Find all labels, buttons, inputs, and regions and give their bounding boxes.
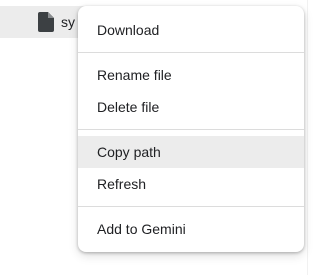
menu-divider bbox=[78, 52, 304, 53]
menu-item-rename-file[interactable]: Rename file bbox=[78, 59, 304, 91]
menu-divider bbox=[78, 206, 304, 207]
file-name: sy bbox=[61, 14, 75, 30]
menu-item-refresh[interactable]: Refresh bbox=[78, 168, 304, 200]
menu-item-copy-path[interactable]: Copy path bbox=[78, 136, 304, 168]
menu-divider bbox=[78, 129, 304, 130]
menu-item-add-to-gemini[interactable]: Add to Gemini bbox=[78, 213, 304, 245]
menu-item-download[interactable]: Download bbox=[78, 14, 304, 46]
menu-item-delete-file[interactable]: Delete file bbox=[78, 91, 304, 123]
scroll-track bbox=[307, 0, 308, 275]
file-icon bbox=[38, 12, 54, 32]
file-context-menu: Download Rename file Delete file Copy pa… bbox=[78, 6, 304, 252]
